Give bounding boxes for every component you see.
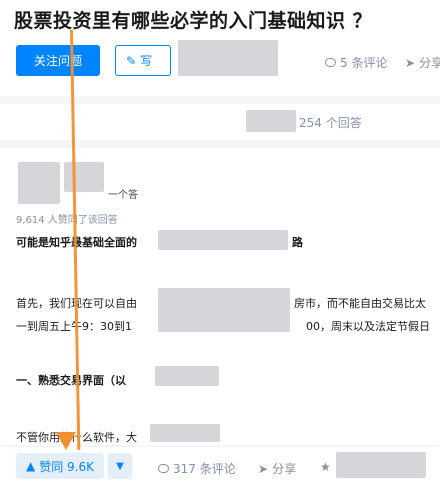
favorite-button[interactable]: ★ [320, 460, 331, 474]
blurred-region [155, 366, 219, 386]
write-answer-label: 写 [140, 54, 153, 68]
answer-comments-label: 317 条评论 [173, 462, 236, 476]
follow-question-button[interactable]: 关注问题 [16, 45, 100, 76]
question-comments-button[interactable]: 5 条评论 [325, 54, 387, 71]
triangle-up-icon: ▲ [25, 459, 36, 473]
downvote-button[interactable]: ▼ [108, 453, 132, 479]
blurred-author-name [64, 162, 104, 192]
star-icon: ★ [320, 460, 331, 474]
share-icon: ➤ [405, 55, 416, 70]
annotation-arrowhead [56, 432, 76, 450]
answer-paragraph: 一到周五上午9：30到1 [16, 320, 132, 333]
blurred-region [158, 230, 288, 250]
answer-paragraph: 00，周末以及法定节假日 [306, 320, 430, 333]
answer-heading: 一、熟悉交易界面（以 [16, 374, 126, 387]
author-headline: 一个答 [108, 190, 138, 201]
triangle-down-icon: ▼ [116, 460, 124, 472]
answer-comments-button[interactable]: 317 条评论 [158, 460, 236, 477]
blurred-region [158, 288, 290, 332]
answer-share-label: 分享 [272, 462, 297, 476]
blurred-region [150, 424, 220, 442]
comment-icon [325, 58, 336, 67]
blurred-region [246, 110, 296, 132]
upvote-label: 赞同 9.6K [39, 459, 94, 474]
answer-paragraph: 房市，而不能自由交易比太 [294, 297, 426, 310]
question-comments-label: 5 条评论 [340, 56, 388, 70]
avatar[interactable] [18, 162, 60, 204]
answer-paragraph-tail: 路 [292, 236, 303, 249]
answer-votes-line: 9,614 人赞同了该回答 [16, 215, 118, 226]
question-share-label: 分享 [419, 56, 440, 70]
comment-icon [158, 464, 169, 473]
question-title[interactable]: 股票投资里有哪些必学的入门基础知识 ？ [14, 6, 372, 33]
answers-header [0, 104, 440, 140]
upvote-button[interactable]: ▲ 赞同 9.6K [16, 453, 104, 479]
share-icon: ➤ [258, 461, 269, 476]
pen-icon: ✎ [126, 53, 137, 68]
answer-share-button[interactable]: ➤ 分享 [258, 460, 296, 477]
blurred-region [178, 40, 278, 76]
question-share-button[interactable]: ➤ 分享 [405, 54, 440, 71]
write-answer-button[interactable]: ✎ 写 [115, 45, 171, 76]
answers-count[interactable]: 254 个回答 [299, 114, 362, 131]
blurred-region [336, 452, 426, 478]
